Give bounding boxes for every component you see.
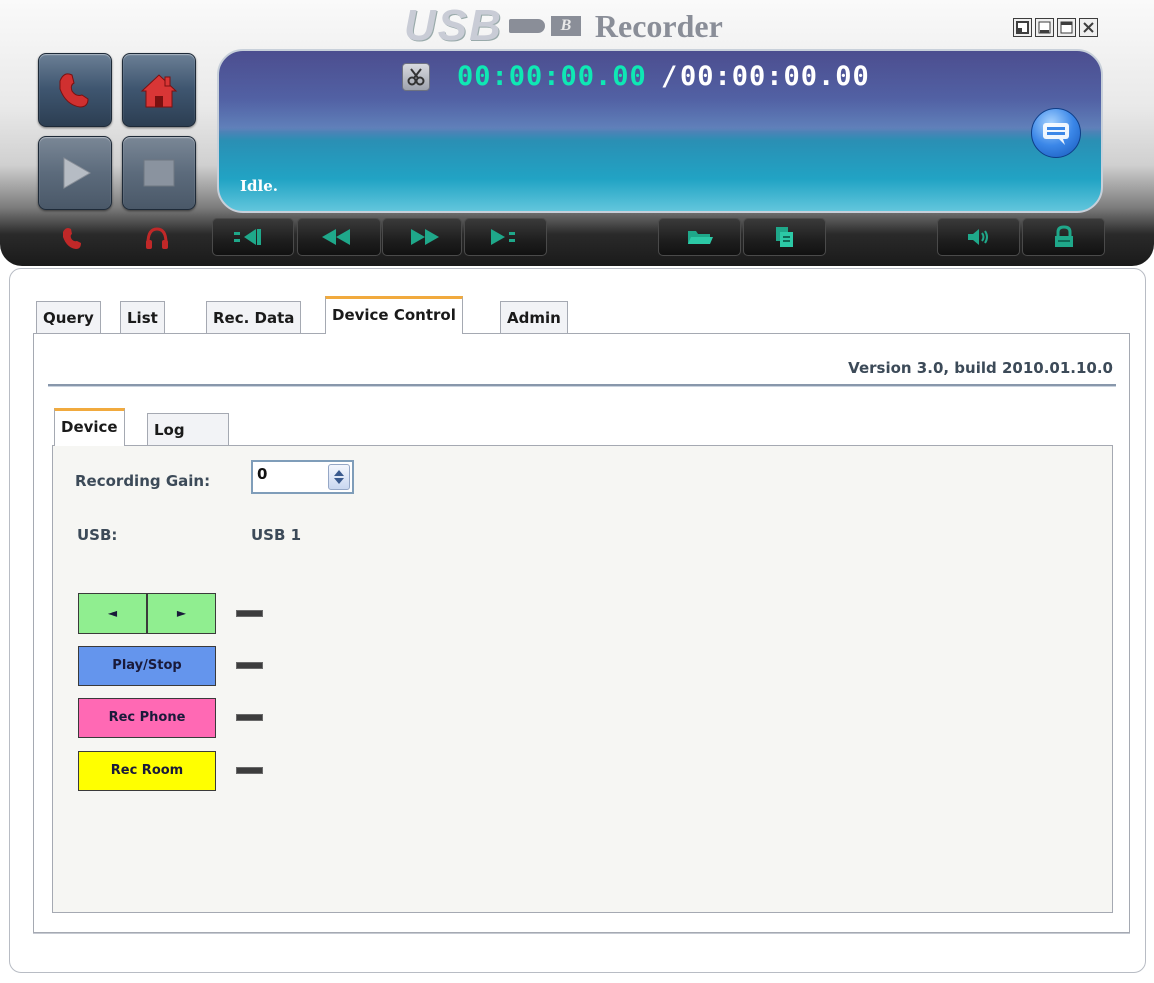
minimize-button[interactable] [1035,18,1054,37]
usb-plug-icon [508,19,545,33]
spin-up-icon[interactable] [333,468,345,477]
phone-handset-icon [63,228,81,249]
tab-admin[interactable]: Admin [500,301,568,333]
nav-indicator-led [236,610,263,617]
rec-phone-indicator-led [236,714,263,721]
message-button[interactable] [1031,108,1081,158]
cut-button[interactable] [402,63,430,91]
previous-button[interactable]: ◄ [78,593,147,634]
skip-forward-icon [490,229,515,245]
chat-bubble-icon [1043,123,1069,145]
total-time: 00:00:00.00 [680,61,870,92]
documents-icon [775,227,793,247]
version-label: Version 3.0, build 2010.01.10.0 [848,359,1113,377]
usb-value: USB 1 [251,526,302,544]
tab-list[interactable]: List [120,301,165,333]
maximize-button[interactable] [1057,18,1076,37]
skip-to-end-button[interactable] [464,218,547,256]
speaker-icon [967,229,988,245]
lock-button[interactable] [1022,218,1105,256]
stop-button[interactable] [122,136,196,210]
player-skin: USB B Recorder 00:00:00.00 / 00:00:00.00… [0,0,1154,266]
subtab-log[interactable]: Log [147,413,229,445]
maximize-icon [1060,21,1073,34]
recording-gain-label: Recording Gain: [75,472,211,490]
rewind-icon [322,229,350,245]
close-button[interactable] [1079,18,1098,37]
volume-button[interactable] [937,218,1020,256]
lock-icon [1054,225,1073,247]
recording-gain-stepper[interactable]: 0 [251,460,354,494]
rec-room-button[interactable]: Rec Room [78,751,216,791]
fast-forward-button[interactable] [382,218,462,256]
panel-bottom-divider [33,933,1130,934]
play-stop-button[interactable]: Play/Stop [78,646,216,686]
headset-button[interactable] [140,221,174,255]
app-logo: USB B Recorder [404,1,723,50]
tab-query[interactable]: Query [36,301,101,333]
tab-device-control[interactable]: Device Control [325,296,463,334]
logo-usb-text: USB [404,1,503,50]
version-divider [48,384,1116,387]
scissors-icon [407,68,425,86]
home-button[interactable] [122,53,196,127]
recording-gain-value[interactable]: 0 [257,465,267,483]
tab-rec-data[interactable]: Rec. Data [206,301,302,333]
subtab-device[interactable]: Device [54,408,125,446]
spin-down-icon[interactable] [333,477,345,486]
app-title: Recorder [594,8,723,44]
usb-label: USB: [77,526,118,544]
close-icon [1083,22,1094,33]
status-text: Idle. [240,177,278,195]
fast-forward-icon [411,229,439,245]
restore-button[interactable] [1013,18,1032,37]
copy-button[interactable] [743,218,826,256]
open-folder-button[interactable] [658,218,741,256]
folder-open-icon [687,231,713,244]
player-display: 00:00:00.00 / 00:00:00.00 Idle. [217,49,1103,213]
phone-handset-icon [59,73,89,108]
current-time: 00:00:00.00 [457,61,647,92]
gain-spin-buttons[interactable] [328,464,350,490]
restore-icon [1016,21,1029,34]
headphones-icon [146,227,168,249]
home-icon [140,74,178,108]
minimize-icon [1038,21,1051,34]
skip-back-icon [234,229,261,245]
logo-b-text: B [550,16,581,36]
play-button[interactable] [38,136,112,210]
skip-to-start-button[interactable] [212,218,294,256]
rewind-button[interactable] [297,218,381,256]
rec-phone-button[interactable]: Rec Phone [78,698,216,738]
rec-room-indicator-led [236,767,263,774]
display-gloss [219,51,1101,131]
time-separator: / [661,61,678,92]
play-stop-indicator-led [236,662,263,669]
stop-icon [143,159,175,187]
play-icon [63,157,92,189]
call-button[interactable] [38,53,112,127]
phone-record-button[interactable] [56,221,90,255]
next-button[interactable]: ► [147,593,216,634]
